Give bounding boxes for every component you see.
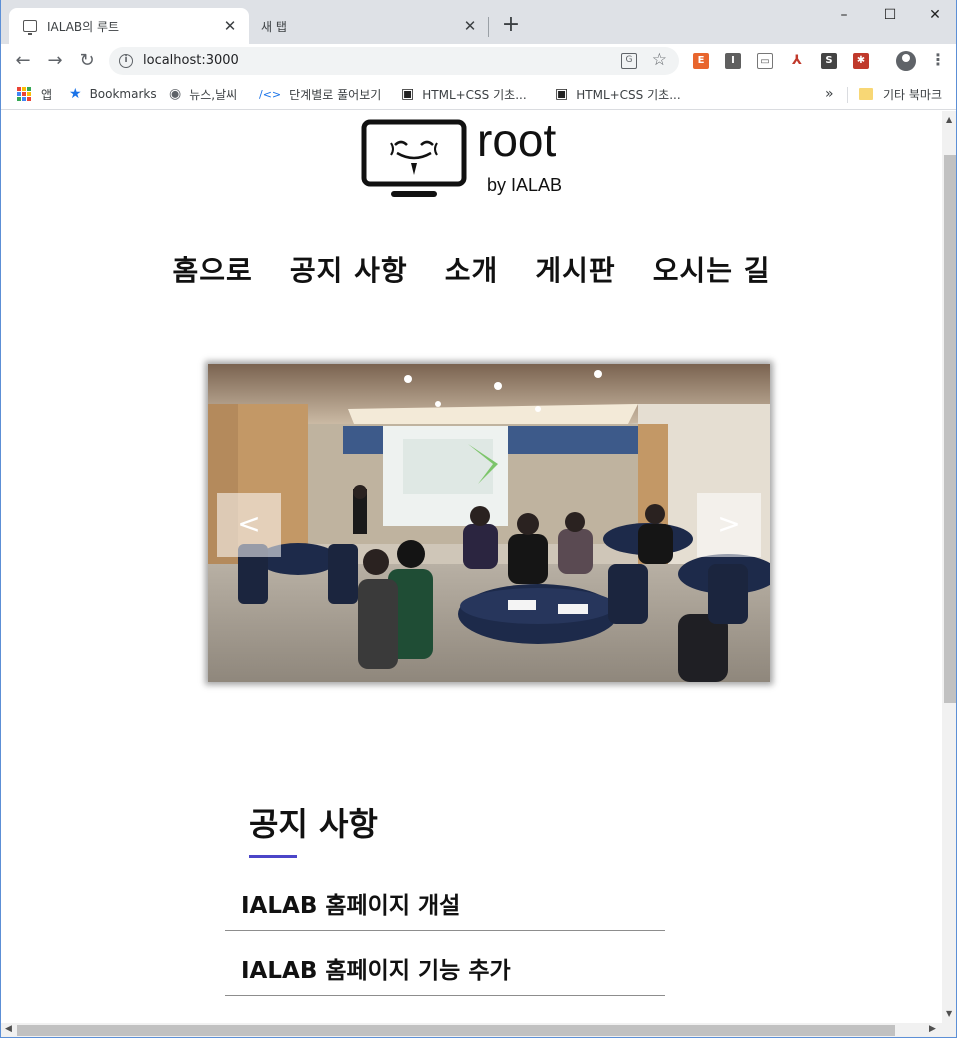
bookmarks-separator	[847, 87, 848, 103]
bookmarks-overflow-button[interactable]: »	[825, 84, 834, 104]
browser-toolbar: ← → ↻ i localhost:3000 G ☆ E I ▭ ⅄ S ✱ ⋮	[1, 44, 956, 78]
nav-about[interactable]: 소개	[445, 249, 499, 289]
bookmark-news[interactable]: ◉ 뉴스,날씨	[169, 84, 237, 104]
notice-title: 공지 사항	[249, 805, 378, 843]
browser-window: IALAB의 루트 ✕ 새 탭 ✕ + – ☐ ✕ ← → ↻ i localh…	[0, 0, 957, 1038]
code-icon: /<>	[259, 87, 282, 101]
new-tab-button[interactable]: +	[501, 12, 521, 38]
notice-item-title[interactable]: IALAB 홈페이지 기능 추가	[241, 951, 511, 985]
slide-photo	[208, 364, 770, 682]
extension-screen-icon[interactable]: ▭	[757, 53, 773, 69]
scroll-down-arrow-icon[interactable]: ▼	[946, 1009, 952, 1018]
logo-wordmark: root	[477, 114, 557, 166]
image-slider: < >	[208, 364, 770, 682]
tab-title: IALAB의 루트	[47, 19, 120, 34]
minimize-button[interactable]: –	[821, 4, 867, 28]
tab-ialab-root[interactable]: IALAB의 루트 ✕	[9, 8, 249, 44]
nav-directions[interactable]: 오시는 길	[653, 249, 771, 289]
tab-separator	[488, 17, 489, 37]
extension-rss-icon[interactable]: E	[693, 53, 709, 69]
nav-board[interactable]: 게시판	[535, 249, 615, 289]
main-nav: 홈으로 공지 사항 소개 게시판 오시는 길	[1, 249, 942, 289]
comment-icon: ▣	[555, 86, 569, 102]
notice-item-title[interactable]: IALAB 홈페이지 개설	[241, 886, 460, 920]
scroll-left-arrow-icon[interactable]: ◀	[5, 1024, 12, 1034]
url-text[interactable]: localhost:3000	[143, 53, 239, 68]
logo-tagline: by IALAB	[487, 175, 563, 195]
info-icon[interactable]: i	[119, 54, 133, 68]
notice-item[interactable]: IALAB 홈페이지 개설	[225, 866, 665, 931]
vertical-scrollbar[interactable]: ▲ ▼	[942, 111, 956, 1023]
bookmark-label: 단계별로 풀어보기	[289, 87, 382, 102]
bookmark-html-css-2[interactable]: ▣ HTML+CSS 기초...	[555, 84, 681, 104]
scroll-up-arrow-icon[interactable]: ▲	[946, 115, 952, 124]
bookmark-label: 기타 북마크	[883, 87, 943, 102]
bookmark-bookmarks[interactable]: ★ Bookmarks	[69, 84, 157, 104]
nav-notice[interactable]: 공지 사항	[290, 249, 408, 289]
bookmark-other[interactable]: 기타 북마크	[859, 84, 942, 104]
globe-icon: ◉	[169, 86, 182, 102]
translate-icon[interactable]: G	[621, 53, 637, 69]
extension-bug-icon[interactable]: ✱	[853, 53, 869, 69]
comment-icon: ▣	[401, 86, 415, 102]
slider-prev-button[interactable]: <	[217, 493, 281, 557]
notice-title-underline	[249, 855, 297, 858]
reload-icon[interactable]: ↻	[75, 49, 99, 73]
page-viewport: root by IALAB 홈으로 공지 사항 소개 게시판 오시는 길 < >…	[1, 111, 942, 1023]
apps-grid-icon	[17, 87, 31, 101]
bookmark-label: HTML+CSS 기초...	[576, 87, 681, 102]
monitor-mask-icon	[361, 119, 467, 197]
vertical-scroll-thumb[interactable]	[944, 155, 956, 703]
menu-dots-icon[interactable]: ⋮	[930, 50, 946, 70]
extension-info-icon[interactable]: I	[725, 53, 741, 69]
tab-title: 새 탭	[261, 19, 287, 34]
bookmark-apps[interactable]: 앱	[17, 84, 52, 104]
extension-s-icon[interactable]: S	[821, 53, 837, 69]
back-arrow-icon[interactable]: ←	[11, 49, 35, 73]
bookmark-star-icon[interactable]: ☆	[652, 50, 667, 70]
folder-icon	[859, 88, 873, 100]
profile-avatar-icon[interactable]	[896, 51, 916, 71]
maximize-button[interactable]: ☐	[867, 4, 913, 28]
site-logo[interactable]: root by IALAB	[361, 114, 591, 201]
close-window-button[interactable]: ✕	[912, 4, 956, 28]
tab-new-tab[interactable]: 새 탭 ✕	[249, 8, 489, 44]
close-tab-icon[interactable]: ✕	[461, 17, 479, 35]
address-bar[interactable]: i localhost:3000 G ☆	[109, 47, 679, 75]
monitor-favicon-icon	[23, 20, 37, 35]
bookmark-label: Bookmarks	[89, 87, 157, 101]
bookmark-steps[interactable]: /<> 단계별로 풀어보기	[259, 84, 381, 104]
forward-arrow-icon[interactable]: →	[43, 49, 67, 73]
extension-pdf-icon[interactable]: ⅄	[789, 53, 805, 69]
notice-item[interactable]: IALAB 홈페이지 기능 추가	[225, 931, 665, 996]
scroll-right-arrow-icon[interactable]: ▶	[929, 1024, 936, 1034]
bookmark-label: 앱	[41, 87, 53, 102]
tab-strip: IALAB의 루트 ✕ 새 탭 ✕ + – ☐ ✕	[1, 0, 956, 44]
horizontal-scrollbar[interactable]: ◀ ▶	[1, 1023, 956, 1037]
horizontal-scroll-thumb[interactable]	[17, 1025, 895, 1036]
bookmark-label: HTML+CSS 기초...	[422, 87, 527, 102]
bookmark-label: 뉴스,날씨	[189, 87, 238, 102]
slider-next-button[interactable]: >	[697, 493, 761, 557]
bookmark-html-css-1[interactable]: ▣ HTML+CSS 기초...	[401, 84, 527, 104]
close-tab-icon[interactable]: ✕	[221, 17, 239, 35]
star-icon: ★	[69, 86, 82, 102]
bookmarks-bar: 앱 ★ Bookmarks ◉ 뉴스,날씨 /<> 단계별로 풀어보기 ▣ HT…	[1, 78, 956, 110]
nav-home[interactable]: 홈으로	[172, 249, 252, 289]
